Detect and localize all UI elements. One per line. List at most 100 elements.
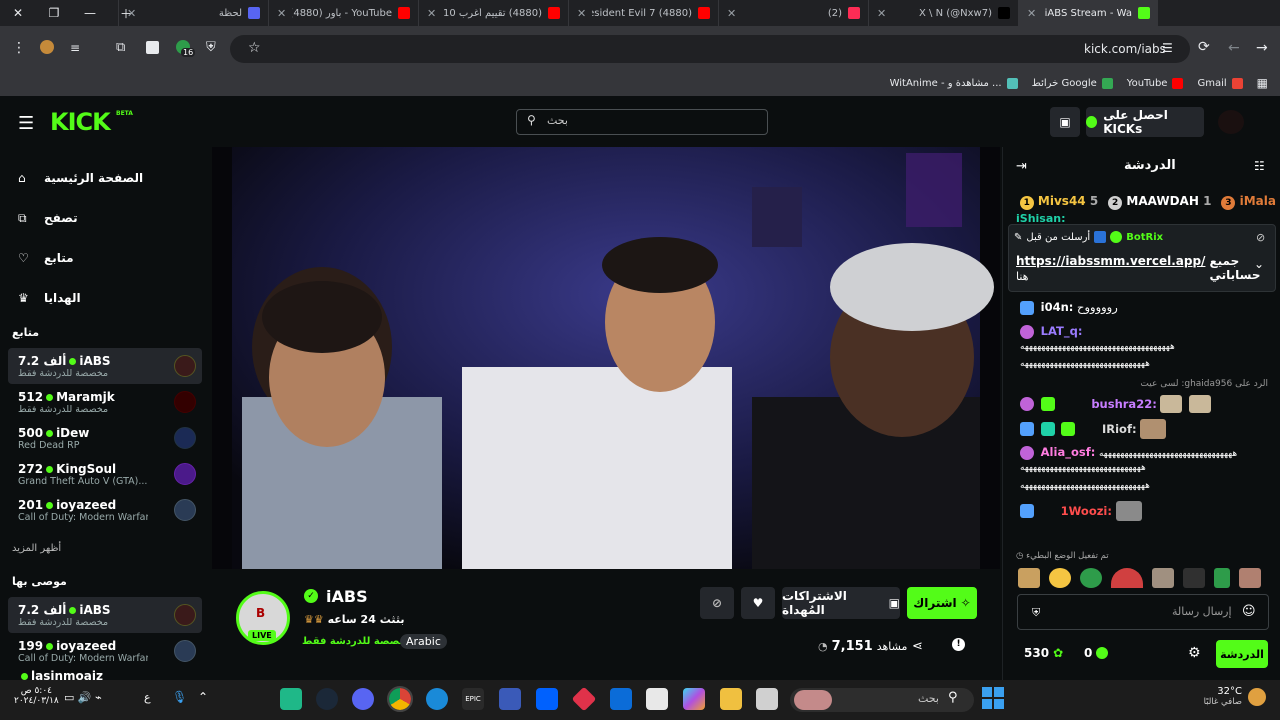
file-explorer-icon[interactable] bbox=[720, 688, 742, 710]
share-icon[interactable]: ⋖ bbox=[912, 639, 923, 654]
reload-icon[interactable]: ⟳ bbox=[1198, 39, 1210, 55]
chat-users-icon[interactable]: ☷ bbox=[1254, 159, 1265, 173]
collapse-chat-icon[interactable]: ⇥ bbox=[1016, 159, 1027, 174]
kicks-balance[interactable]: 0 bbox=[1084, 646, 1109, 660]
steam-icon[interactable] bbox=[316, 688, 338, 710]
emoji-icon[interactable]: ☺ bbox=[1242, 604, 1256, 619]
video-player[interactable] bbox=[212, 147, 1000, 569]
chat-username[interactable]: i04n: bbox=[1041, 300, 1074, 314]
dropbox-icon[interactable] bbox=[536, 688, 558, 710]
channel-item[interactable]: 500 iDew Red Dead RP bbox=[8, 420, 202, 456]
chevron-down-icon[interactable]: ⌄ bbox=[1254, 257, 1264, 271]
taskbar-app-icon[interactable] bbox=[499, 688, 521, 710]
close-tab-icon[interactable]: ✕ bbox=[1027, 7, 1036, 20]
kick-logo[interactable]: KICK bbox=[50, 108, 111, 136]
all-bookmarks-icon[interactable]: ▦ bbox=[1257, 76, 1268, 90]
language-tag[interactable]: Arabic bbox=[400, 634, 447, 649]
sidebar-item-home[interactable]: ⌂ الصفحة الرئيسية bbox=[18, 158, 208, 198]
copilot-icon[interactable] bbox=[683, 688, 705, 710]
sidebar-item-browse[interactable]: ⧉ تصفح bbox=[18, 198, 208, 238]
browser-tab[interactable]: (4880) تقييم أغرب 10 م ✕ bbox=[418, 0, 568, 26]
profile-icon[interactable] bbox=[40, 40, 54, 54]
chat-username[interactable]: IRiof: bbox=[1102, 422, 1137, 436]
edge-icon[interactable] bbox=[426, 688, 448, 710]
sidebar-item-following[interactable]: ♡ متابع bbox=[18, 238, 208, 278]
gear-icon[interactable]: ⚙ bbox=[1188, 645, 1201, 661]
browser-tab[interactable]: (2) ✕ bbox=[718, 0, 868, 26]
emote-icon[interactable] bbox=[1080, 568, 1102, 588]
follow-heart-icon[interactable]: ♥ bbox=[741, 587, 775, 619]
channel-item[interactable]: 201 ioyazeed Call of Duty: Modern Warfare… bbox=[8, 492, 202, 528]
outlook-icon[interactable] bbox=[610, 688, 632, 710]
menu-icon[interactable]: ⋮ bbox=[12, 40, 26, 56]
bookmark-item[interactable]: WitAnime - مشاهدة و ... bbox=[890, 77, 1018, 89]
browser-tab[interactable]: X \ N (@Nxw7) ✕ bbox=[868, 0, 1018, 26]
chat-username[interactable]: bushra22: bbox=[1091, 397, 1157, 411]
minimize-window-icon[interactable]: — bbox=[72, 6, 108, 20]
discord-icon[interactable] bbox=[352, 688, 374, 710]
extensions-icon[interactable]: ⧉ bbox=[116, 40, 125, 55]
shield-icon[interactable]: ⛨ bbox=[1032, 606, 1040, 620]
close-tab-icon[interactable]: ✕ bbox=[427, 7, 436, 20]
taskbar-app-icon[interactable] bbox=[280, 688, 302, 710]
channel-item[interactable]: 7.2 ألف iABS مخصصة للدردشة فقط bbox=[8, 597, 202, 633]
microphone-icon[interactable]: 🎙 bbox=[172, 690, 187, 704]
channel-title[interactable]: iABS bbox=[326, 587, 368, 606]
close-tab-icon[interactable]: ✕ bbox=[727, 7, 736, 20]
chrome-icon[interactable] bbox=[387, 686, 413, 712]
chat-username[interactable]: Alia_osf: bbox=[1041, 445, 1096, 459]
extension-icon[interactable] bbox=[146, 41, 159, 54]
language-indicator[interactable]: ع bbox=[144, 691, 151, 704]
notifications-off-icon[interactable]: ⊘ bbox=[700, 587, 734, 619]
forward-icon[interactable]: ← bbox=[1228, 40, 1240, 56]
emote-icon[interactable] bbox=[1214, 568, 1230, 588]
system-tray-icons[interactable]: ▭ 🔊 ⌁ bbox=[64, 691, 102, 704]
windows-start-icon[interactable] bbox=[982, 687, 1004, 709]
show-hidden-icons-chevron[interactable]: ⌃ bbox=[198, 690, 208, 704]
get-kicks-button[interactable]: احصل على KICKs bbox=[1086, 107, 1204, 137]
emote-icon[interactable] bbox=[1152, 568, 1174, 588]
channel-item[interactable]: 272 KingSoul Grand Theft Auto V (GTA)... bbox=[8, 456, 202, 492]
emote-icon[interactable] bbox=[1111, 568, 1143, 588]
emote-icon[interactable] bbox=[1018, 568, 1040, 588]
channel-item[interactable]: 512 Maramjk مخصصة للدردشة فقط bbox=[8, 384, 202, 420]
bookmark-star-icon[interactable]: ☆ bbox=[248, 40, 261, 56]
close-tab-icon[interactable]: ✕ bbox=[877, 7, 886, 20]
leader-item[interactable]: 2 MAAWDAH 1 bbox=[1108, 194, 1211, 210]
shield-icon[interactable]: ⛨ bbox=[206, 40, 216, 55]
emote-icon[interactable] bbox=[1049, 568, 1071, 588]
browser-tab[interactable]: YouTube - باور (4880) ✕ bbox=[268, 0, 418, 26]
send-chat-button[interactable]: الدردشة bbox=[1216, 640, 1268, 668]
close-window-icon[interactable]: ✕ bbox=[0, 6, 36, 20]
close-tab-icon[interactable]: ✕ bbox=[277, 7, 286, 20]
chat-username[interactable]: LAT_q: bbox=[1041, 324, 1083, 338]
bookmark-item[interactable]: خرائط Google bbox=[1032, 77, 1113, 89]
user-avatar[interactable] bbox=[1218, 110, 1244, 134]
store-icon[interactable] bbox=[646, 688, 668, 710]
hamburger-menu-icon[interactable]: ☰ bbox=[18, 113, 34, 134]
subscribe-button[interactable]: اشتراك ✧ bbox=[907, 587, 977, 619]
unpin-icon[interactable]: ⊘ bbox=[1256, 231, 1265, 244]
taskbar-app-icon[interactable] bbox=[756, 688, 778, 710]
new-tab-icon[interactable]: ＋ bbox=[108, 5, 144, 22]
channel-points[interactable]: 530 ✿ bbox=[1024, 646, 1063, 660]
weather-widget[interactable]: 32°C صافي غالبًا bbox=[1204, 686, 1242, 707]
bookmark-item[interactable]: Gmail bbox=[1197, 77, 1243, 89]
back-icon[interactable]: → bbox=[1256, 40, 1268, 56]
chat-username[interactable]: 1Woozi: bbox=[1061, 504, 1112, 518]
browser-tab[interactable]: iABS Stream - Wa ✕ bbox=[1018, 0, 1158, 26]
epic-games-icon[interactable]: EPIC bbox=[462, 688, 484, 710]
bookmark-item[interactable]: YouTube bbox=[1127, 77, 1184, 89]
pinned-link[interactable]: https://iabssmm.vercel.app/ bbox=[1016, 254, 1205, 282]
emote-icon[interactable] bbox=[1183, 568, 1205, 588]
tab-search-icon[interactable]: ≡ bbox=[70, 41, 80, 55]
leader-item[interactable]: 3 iMala bbox=[1221, 194, 1276, 210]
emote-icon[interactable] bbox=[1239, 568, 1261, 588]
close-tab-icon[interactable]: ✕ bbox=[577, 7, 586, 20]
gift-subs-button[interactable]: الاشتراكات المُهداة ▣ bbox=[782, 587, 900, 619]
site-settings-icon[interactable]: ☰ bbox=[1162, 41, 1173, 55]
sidebar-item-gifts[interactable]: ♛ الهدايا bbox=[18, 278, 208, 318]
leader-item[interactable]: 1 Mivs44 5 bbox=[1019, 194, 1098, 210]
address-bar[interactable] bbox=[230, 35, 1190, 63]
show-more-link[interactable]: أظهر المزيد bbox=[12, 543, 61, 554]
